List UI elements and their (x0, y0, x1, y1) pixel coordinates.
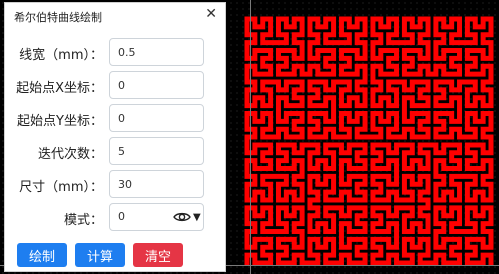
axis-line-vertical (250, 0, 251, 274)
eye-icon[interactable] (173, 211, 191, 223)
draw-button[interactable]: 绘制 (17, 243, 67, 267)
calculate-button[interactable]: 计算 (75, 243, 125, 267)
close-icon[interactable]: ✕ (205, 7, 217, 21)
start-x-row: 起始点X坐标： (5, 71, 227, 99)
iterations-input[interactable] (109, 137, 204, 165)
line-width-row: 线宽（mm）： (5, 38, 227, 66)
line-width-label: 线宽（mm）： (19, 48, 103, 63)
start-x-label: 起始点X坐标： (16, 81, 103, 96)
title-bar: 希尔伯特曲线绘制 ✕ (5, 3, 225, 27)
hilbert-curve (244, 16, 494, 266)
size-input[interactable] (109, 170, 204, 198)
hilbert-curve-path (244, 16, 494, 266)
iterations-label: 迭代次数： (37, 147, 103, 162)
mode-row: 模式： 0 ▼ (5, 203, 227, 231)
mode-value: 0 (118, 210, 125, 223)
start-x-input[interactable] (109, 71, 204, 99)
size-label: 尺寸（mm）： (19, 180, 103, 195)
control-panel: 希尔伯特曲线绘制 ✕ 线宽（mm）： 起始点X坐标： 起始点Y坐标： 迭代次数：… (4, 2, 226, 272)
start-y-input[interactable] (109, 104, 204, 132)
start-y-label: 起始点Y坐标： (17, 114, 103, 129)
clear-button[interactable]: 清空 (133, 243, 183, 267)
window-title: 希尔伯特曲线绘制 (14, 11, 102, 24)
start-y-row: 起始点Y坐标： (5, 104, 227, 132)
line-width-input[interactable] (109, 38, 204, 66)
mode-label: 模式： (63, 213, 103, 228)
iterations-row: 迭代次数： (5, 137, 227, 165)
chevron-down-icon[interactable]: ▼ (193, 212, 201, 223)
size-row: 尺寸（mm）： (5, 170, 227, 198)
